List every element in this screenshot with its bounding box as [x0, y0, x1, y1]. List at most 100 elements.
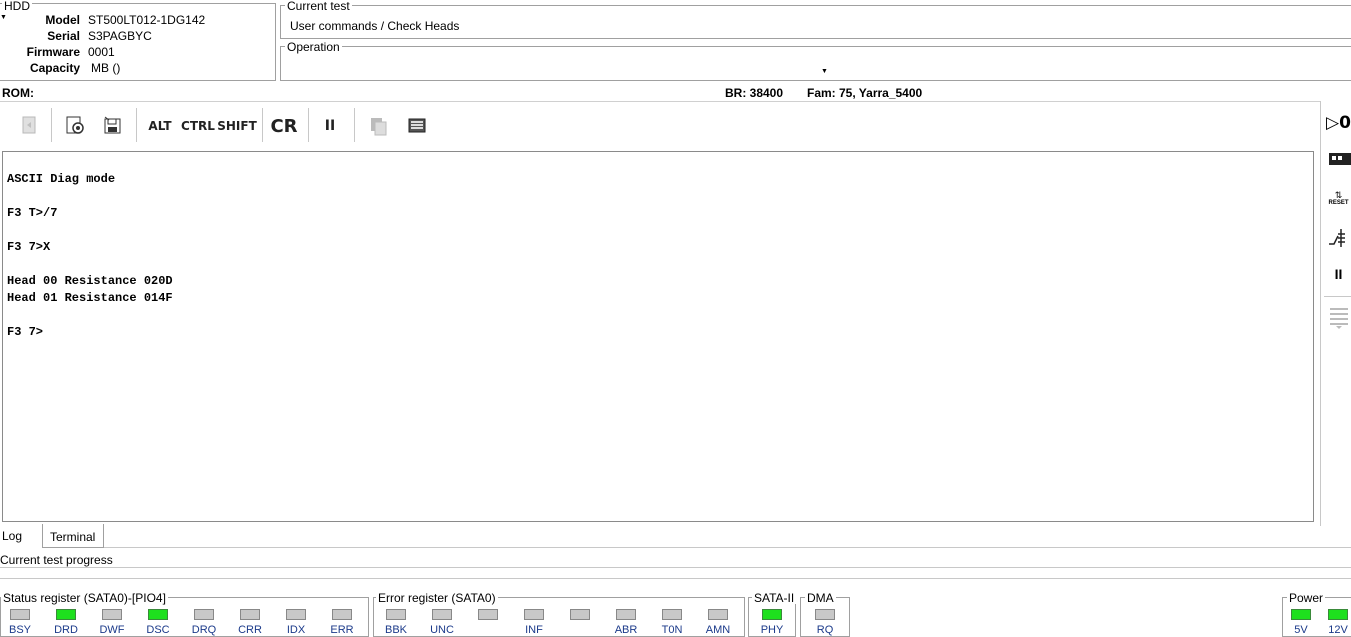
save-button[interactable] — [97, 108, 127, 144]
ctrl-button[interactable]: CTRL — [181, 108, 215, 144]
terminal-line: ASCII Diag mode — [7, 172, 116, 186]
shift-button[interactable]: SHIFT — [217, 108, 257, 144]
toolbar-separator — [308, 108, 309, 142]
sata-phy-label: PHY — [760, 624, 784, 636]
keyboard-button[interactable] — [402, 108, 432, 144]
power-5v-led — [1291, 609, 1311, 620]
error-led-bbk — [386, 609, 406, 620]
error-led-inf — [524, 609, 544, 620]
chip-icon — [1327, 150, 1351, 171]
status-register-title: Status register (SATA0)-[PIO4] — [1, 591, 168, 605]
model-value: ST500LT012-1DG142 — [88, 13, 206, 27]
progress-label: Current test progress — [0, 553, 113, 567]
hdd-group-title: HDD — [2, 0, 32, 13]
operation-group — [280, 46, 1351, 81]
status-led-label: IDX — [286, 624, 306, 636]
power-toggle-button[interactable]: ▷0 — [1326, 112, 1351, 134]
operation-title: Operation — [285, 40, 342, 54]
ctrl-label: CTRL — [181, 119, 215, 133]
operation-dropdown-icon[interactable]: ▼ — [821, 68, 828, 75]
terminal-line: F3 7> — [7, 325, 44, 339]
firmware-value: 0001 — [88, 45, 115, 59]
status-led-err — [332, 609, 352, 620]
list-button[interactable] — [1326, 306, 1351, 332]
error-led-unc — [432, 609, 452, 620]
toolbar-separator — [136, 108, 137, 142]
terminal-line: Head 01 Resistance 014F — [7, 291, 173, 305]
power-12v-led — [1328, 609, 1348, 620]
error-led-label: ABR — [614, 624, 638, 636]
status-led-label: ERR — [330, 624, 354, 636]
reset-label: RESET — [1328, 199, 1349, 206]
capacity-value: MB () — [91, 61, 121, 75]
circuit-icon — [1327, 226, 1351, 251]
model-label: Model — [45, 13, 80, 27]
rom-label: ROM: — [2, 86, 34, 100]
copy-icon — [367, 114, 389, 139]
status-led-drq — [194, 609, 214, 620]
status-led-label: DRQ — [191, 624, 217, 636]
sata-phy-led — [762, 609, 782, 620]
sidebar-pause-label: II — [1334, 266, 1343, 282]
sidebar-pause-button[interactable]: II — [1326, 264, 1351, 284]
terminal-line: F3 T>/7 — [7, 206, 58, 220]
tab-log[interactable]: Log — [0, 527, 42, 547]
baud-rate: BR: 38400 — [725, 86, 784, 100]
toolbar-separator — [354, 108, 355, 142]
status-led-drd — [56, 609, 76, 620]
list-icon — [1328, 306, 1350, 333]
alt-label: ALT — [148, 119, 172, 133]
error-led-label: INF — [525, 624, 543, 636]
toolbar-separator — [262, 108, 263, 142]
terminal-line: F3 7>X — [7, 240, 51, 254]
error-led-blank-1 — [478, 609, 498, 620]
error-register-title: Error register (SATA0) — [376, 591, 498, 605]
current-test-value: User commands / Check Heads — [290, 19, 460, 33]
status-led-label: DWF — [99, 624, 125, 636]
save-disk-icon — [101, 114, 123, 139]
toolbar-separator — [51, 108, 52, 142]
tab-baseline — [104, 547, 1351, 548]
settings-button[interactable] — [60, 108, 90, 144]
power-toggle-icon: ▷0 — [1326, 113, 1351, 133]
cr-button[interactable]: CR — [268, 108, 300, 144]
status-led-dwf — [102, 609, 122, 620]
serial-value: S3PAGBYC — [88, 29, 152, 43]
pause-label: II — [324, 118, 336, 134]
status-led-dsc — [148, 609, 168, 620]
dma-rq-led — [815, 609, 835, 620]
power-title: Power — [1287, 591, 1326, 605]
progress-bar — [0, 567, 1351, 579]
error-led-label: BBK — [384, 624, 407, 636]
current-test-title: Current test — [285, 0, 352, 13]
circuit-button[interactable] — [1326, 226, 1351, 250]
cr-label: CR — [270, 115, 298, 137]
dma-title: DMA — [805, 591, 836, 605]
alt-button[interactable]: ALT — [145, 108, 175, 144]
error-led-t0n — [662, 609, 682, 620]
chip-button[interactable] — [1326, 150, 1351, 170]
serial-label: Serial — [47, 29, 80, 43]
sata-title: SATA-II — [752, 591, 797, 605]
eject-icon — [18, 114, 40, 139]
status-led-bsy — [10, 609, 30, 620]
error-led-blank-2 — [570, 609, 590, 620]
terminal-line: Head 00 Resistance 020D — [7, 274, 173, 288]
status-line-divider — [0, 101, 1320, 102]
tab-terminal[interactable]: Terminal — [42, 524, 104, 548]
status-led-label: DSC — [146, 624, 170, 636]
error-led-label: UNC — [430, 624, 454, 636]
status-led-label: CRR — [238, 624, 262, 636]
pause-button[interactable]: II — [316, 108, 344, 144]
reset-button[interactable]: ⇅ RESET — [1326, 184, 1351, 212]
error-led-label: T0N — [661, 624, 683, 636]
eject-button[interactable] — [14, 108, 44, 144]
copy-button[interactable] — [363, 108, 393, 144]
keyboard-icon — [406, 114, 428, 139]
status-led-label: DRD — [54, 624, 78, 636]
firmware-label: Firmware — [26, 45, 80, 59]
status-led-crr — [240, 609, 260, 620]
status-led-label: BSY — [8, 624, 31, 636]
terminal-panel[interactable]: ASCII Diag mode F3 T>/7 F3 7>X Head 00 R… — [2, 151, 1314, 522]
reset-icon: ⇅ — [1334, 189, 1343, 200]
